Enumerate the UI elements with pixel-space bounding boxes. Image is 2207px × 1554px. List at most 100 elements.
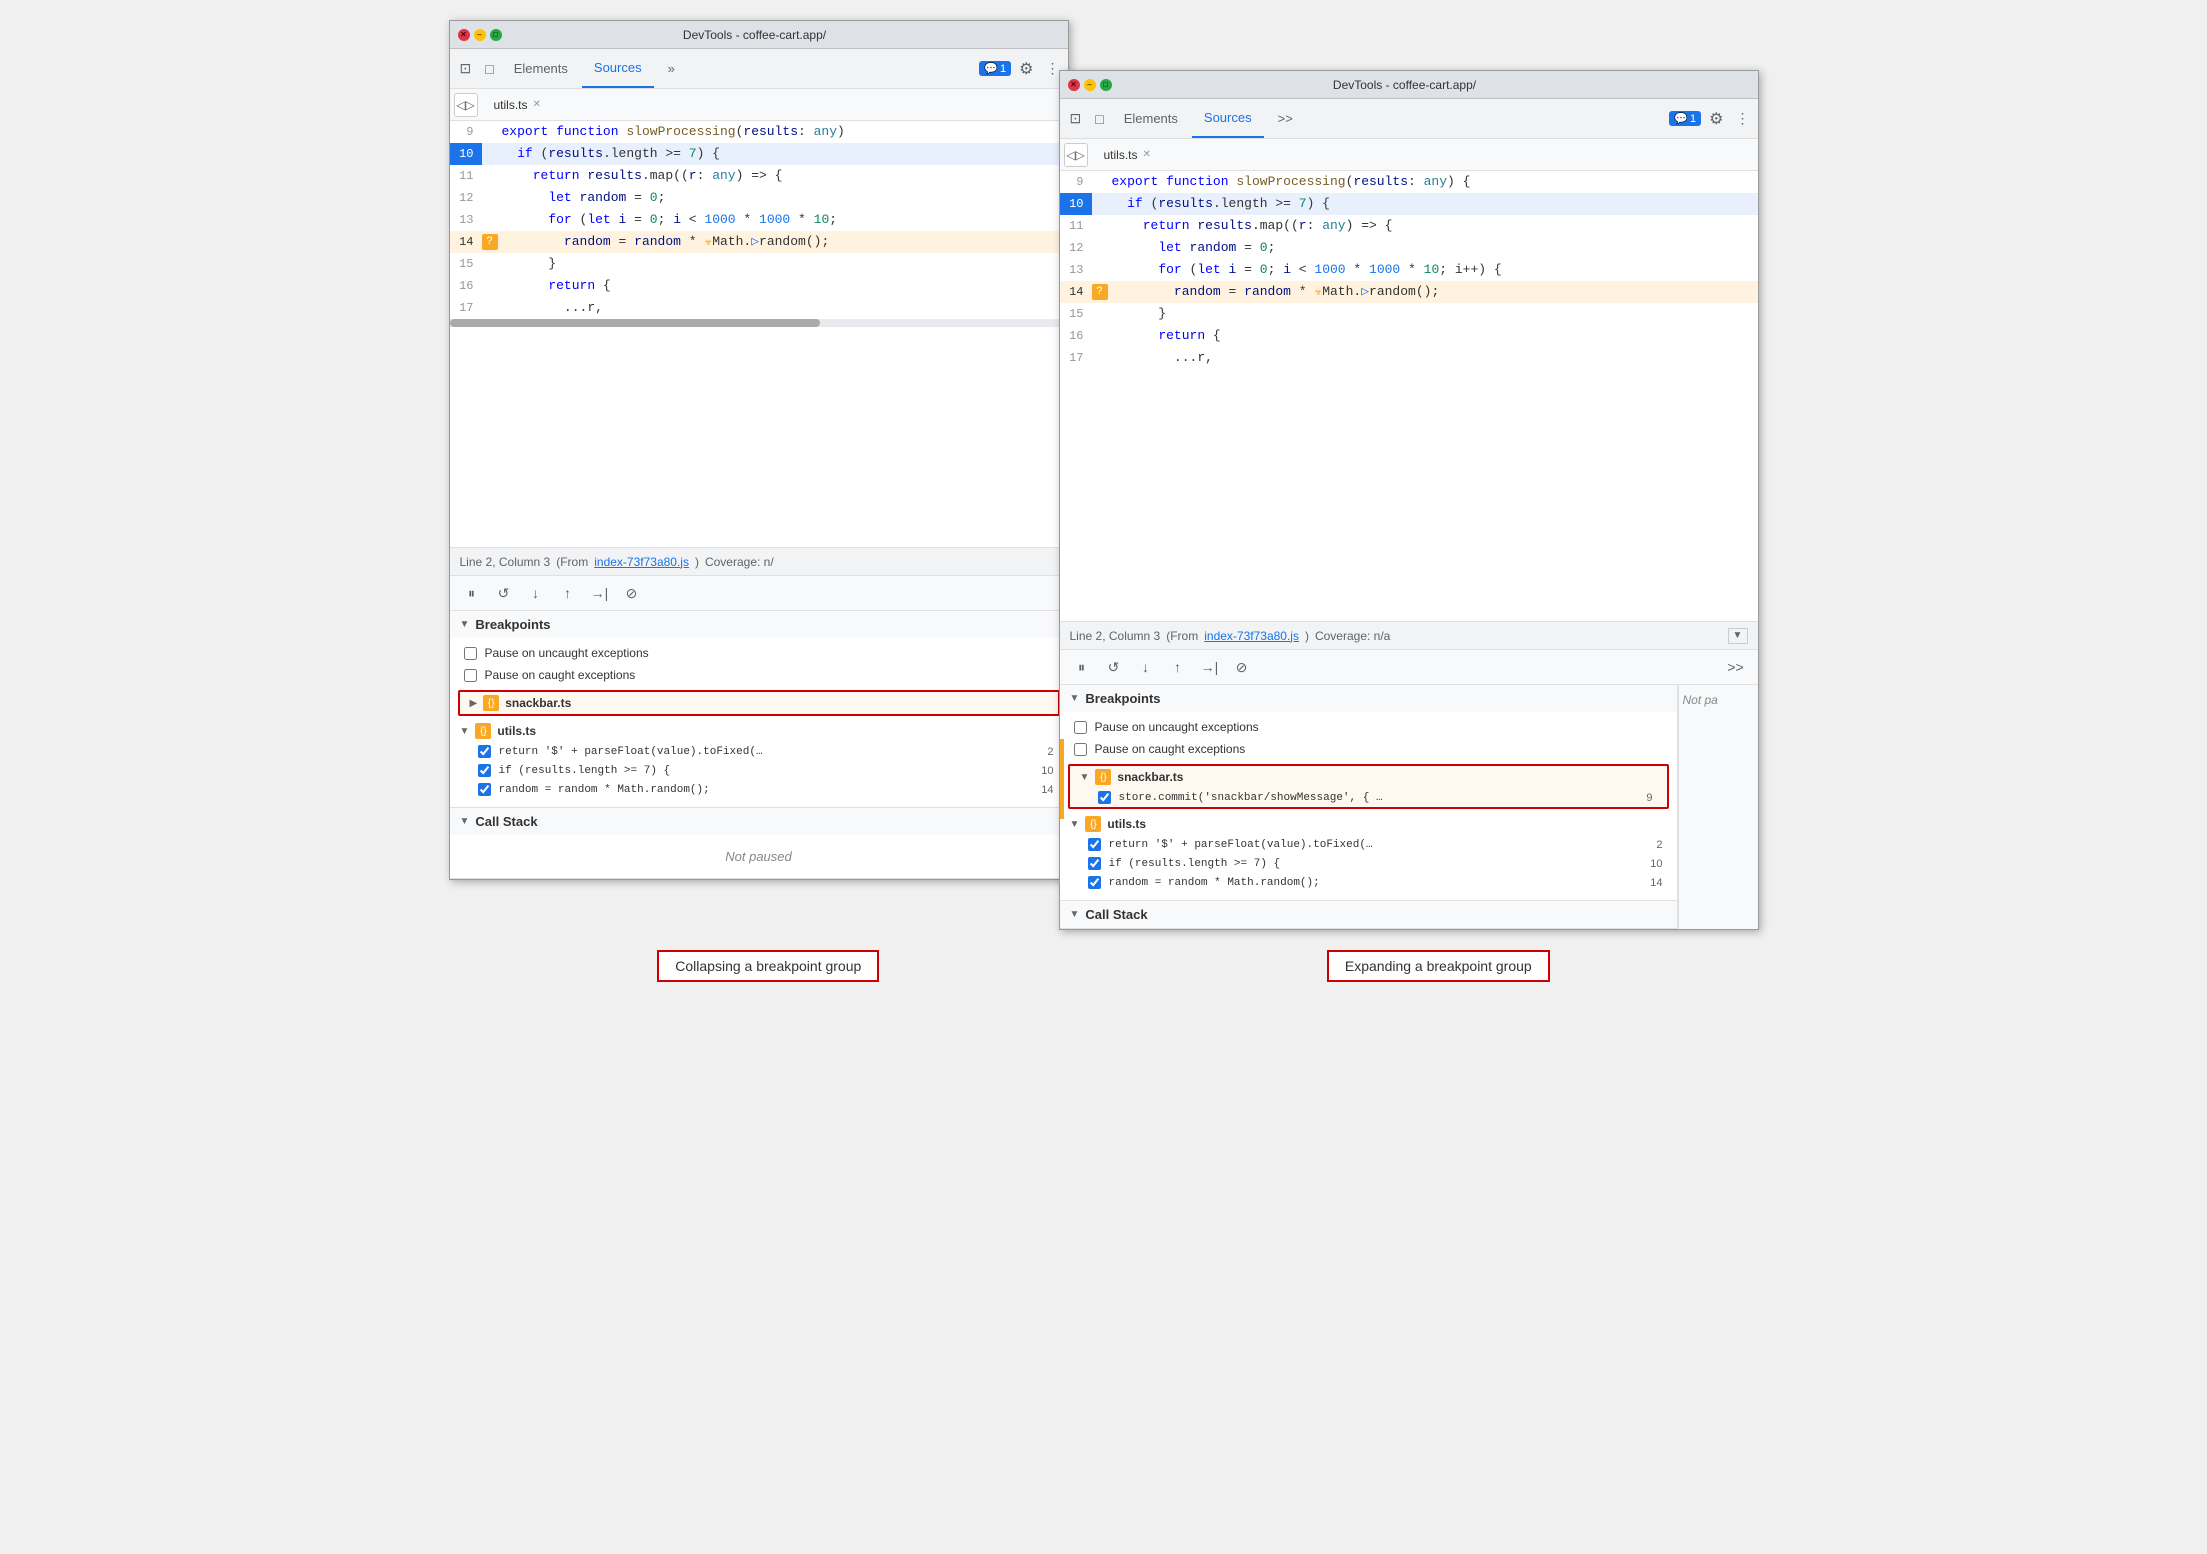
step-into-btn-1[interactable]: ↓	[522, 579, 550, 607]
device-icon[interactable]: □	[479, 61, 499, 77]
device-icon-2[interactable]: □	[1089, 111, 1109, 127]
window-controls-2[interactable]: ✕ – □	[1068, 79, 1112, 91]
breakpoints-body-2: Pause on uncaught exceptions Pause on ca…	[1060, 712, 1677, 900]
continue-btn-1[interactable]: →|	[586, 579, 614, 607]
pause-btn-1[interactable]: ⏸	[458, 579, 486, 607]
file-name-2: utils.ts	[1104, 148, 1138, 162]
code-content-13-1: for (let i = 0; i < 1000 * 1000 * 10;	[498, 209, 838, 231]
call-stack-label-2: Call Stack	[1085, 907, 1147, 922]
bp-group-snackbar-header-2[interactable]: ▼ {} snackbar.ts	[1070, 766, 1667, 788]
deactivate-btn-1[interactable]: ⊘	[618, 579, 646, 607]
chat-badge-2[interactable]: 💬 1	[1669, 111, 1701, 126]
bp-item-3-checkbox-1[interactable]	[478, 783, 491, 796]
settings-icon-1[interactable]: ⚙	[1013, 59, 1039, 79]
chat-icon-2: 💬	[1674, 112, 1688, 125]
code-line-13-2: 13 for (let i = 0; i < 1000 * 1000 * 10;…	[1060, 259, 1758, 281]
from-text-1: (From	[556, 555, 588, 569]
more-icon-2[interactable]: ⋮	[1732, 110, 1754, 127]
breakpoints-header-1[interactable]: ▼ Breakpoints	[450, 611, 1068, 638]
maximize-button-1[interactable]: □	[490, 29, 502, 41]
code-content-11-2: return results.map((r: any) => {	[1108, 215, 1393, 237]
bp-group-utils-header-2[interactable]: ▼ {} utils.ts	[1060, 813, 1677, 835]
collapse-panel-btn[interactable]: ▼	[1728, 628, 1748, 644]
close-button-2[interactable]: ✕	[1068, 79, 1080, 91]
bp-item-2-checkbox-1[interactable]	[478, 764, 491, 777]
bp-group-snackbar-header-1[interactable]: ▶ {} snackbar.ts	[460, 692, 1058, 714]
code-content-14-2: random = random * ☣Math.▷random();	[1108, 281, 1440, 303]
bp-item-3-checkbox-2[interactable]	[1088, 876, 1101, 889]
tab-elements-2[interactable]: Elements	[1112, 99, 1190, 138]
source-link-2[interactable]: index-73f73a80.js	[1204, 629, 1299, 643]
code-line-16-2: 16 return {	[1060, 325, 1758, 347]
tab-more-1[interactable]: »	[656, 49, 687, 88]
code-line-9-1: 9 export function slowProcessing(results…	[450, 121, 1068, 143]
tab-bar-2: ⊡ □ Elements Sources >> 💬 1 ⚙ ⋮	[1060, 99, 1758, 139]
maximize-button-2[interactable]: □	[1100, 79, 1112, 91]
tab-sources-1[interactable]: Sources	[582, 49, 654, 88]
bp-item-1-1: return '$' + parseFloat(value).toFixed(……	[450, 742, 1068, 761]
call-stack-header-1[interactable]: ▼ Call Stack	[450, 808, 1068, 835]
breakpoints-header-2[interactable]: ▼ Breakpoints	[1060, 685, 1677, 712]
bp-item-1-checkbox-2[interactable]	[1088, 838, 1101, 851]
minimize-button-1[interactable]: –	[474, 29, 486, 41]
file-tab-utils-2[interactable]: utils.ts ✕	[1094, 139, 1161, 170]
bp-gutter-14-2[interactable]: ?	[1092, 284, 1108, 300]
snackbar-icon-2: {}	[1095, 769, 1111, 785]
deactivate-btn-2[interactable]: ⊘	[1228, 653, 1256, 681]
close-button-1[interactable]: ✕	[458, 29, 470, 41]
code-line-15-1: 15 }	[450, 253, 1068, 275]
bp-item-snackbar-checkbox-2[interactable]	[1098, 791, 1111, 804]
window-controls-1[interactable]: ✕ – □	[458, 29, 502, 41]
bp-group-snackbar-2: ▼ {} snackbar.ts store.commit('snackbar/…	[1068, 764, 1669, 809]
continue-btn-2[interactable]: →|	[1196, 653, 1224, 681]
sidebar-toggle-1[interactable]: ◁▷	[454, 93, 478, 117]
bp-item-1-checkbox-1[interactable]	[478, 745, 491, 758]
code-line-12-2: 12 let random = 0;	[1060, 237, 1758, 259]
chat-badge-1[interactable]: 💬 1	[979, 61, 1011, 76]
pause-uncaught-checkbox-2[interactable]	[1074, 721, 1087, 734]
settings-icon-2[interactable]: ⚙	[1703, 109, 1729, 129]
tab-sources-2[interactable]: Sources	[1192, 99, 1264, 138]
inspect-icon-2[interactable]: ⊡	[1064, 110, 1088, 127]
tab-elements-1[interactable]: Elements	[502, 49, 580, 88]
scroll-thumb-1[interactable]	[450, 319, 821, 327]
scroll-bar-1[interactable]	[450, 319, 1068, 327]
bp-item-2-2: if (results.length >= 7) { 10	[1060, 854, 1677, 873]
pause-caught-checkbox-1[interactable]	[464, 669, 477, 682]
bp-group-utils-header-1[interactable]: ▼ {} utils.ts	[450, 720, 1068, 742]
step-out-btn-1[interactable]: ↑	[554, 579, 582, 607]
line-num-10-1: 10	[450, 143, 482, 165]
file-close-2[interactable]: ✕	[1143, 149, 1151, 160]
step-over-btn-1[interactable]: ↺	[490, 579, 518, 607]
pause-uncaught-checkbox-1[interactable]	[464, 647, 477, 660]
step-into-btn-2[interactable]: ↓	[1132, 653, 1160, 681]
pause-uncaught-row-1: Pause on uncaught exceptions	[450, 642, 1068, 664]
more-debugger-btn-2[interactable]: >>	[1722, 653, 1750, 681]
bp-gutter-14-1[interactable]: ?	[482, 234, 498, 250]
code-content-10-2: if (results.length >= 7) {	[1108, 193, 1330, 215]
call-stack-header-2[interactable]: ▼ Call Stack	[1060, 901, 1677, 928]
tab-more-2[interactable]: >>	[1266, 99, 1305, 138]
source-link-1[interactable]: index-73f73a80.js	[594, 555, 689, 569]
step-out-btn-2[interactable]: ↑	[1164, 653, 1192, 681]
code-area-1: 9 export function slowProcessing(results…	[450, 121, 1068, 547]
file-close-1[interactable]: ✕	[533, 99, 541, 110]
utils-icon-1: {}	[475, 723, 491, 739]
inspect-icon[interactable]: ⊡	[454, 60, 478, 77]
step-over-btn-2[interactable]: ↺	[1100, 653, 1128, 681]
breakpoints-left-2: ▼ Breakpoints Pause on uncaught exceptio…	[1060, 685, 1678, 929]
bottom-labels: Collapsing a breakpoint group Expanding …	[434, 950, 1774, 982]
line-num-17-2: 17	[1060, 347, 1092, 369]
snackbar-expand-arrow-2: ▼	[1080, 772, 1090, 783]
status-bar-1: Line 2, Column 3 (From index-73f73a80.js…	[450, 547, 1068, 575]
pause-caught-checkbox-2[interactable]	[1074, 743, 1087, 756]
bp-item-2-checkbox-2[interactable]	[1088, 857, 1101, 870]
code-content-16-2: return {	[1108, 325, 1221, 347]
breakpoints-panel-1: ▼ Breakpoints Pause on uncaught exceptio…	[450, 611, 1068, 808]
file-tab-utils-1[interactable]: utils.ts ✕	[484, 89, 551, 120]
pause-btn-2[interactable]: ⏸	[1068, 653, 1096, 681]
sidebar-toggle-2[interactable]: ◁▷	[1064, 143, 1088, 167]
minimize-button-2[interactable]: –	[1084, 79, 1096, 91]
code-content-17-1: ...r,	[498, 297, 603, 319]
code-line-15-2: 15 }	[1060, 303, 1758, 325]
